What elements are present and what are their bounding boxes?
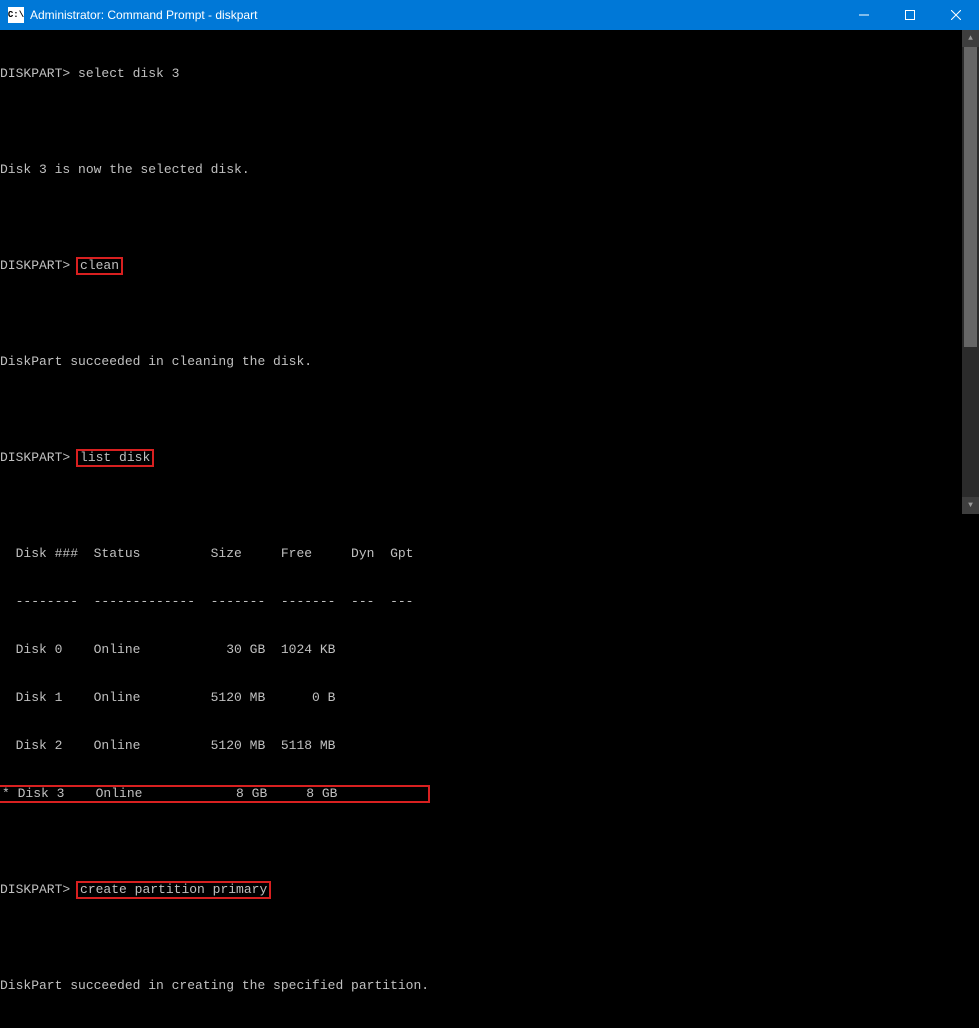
table-row: Disk 1 Online 5120 MB 0 B	[0, 690, 962, 706]
command-text: select disk 3	[70, 66, 179, 81]
app-icon: C:\	[8, 7, 24, 23]
scroll-up-button[interactable]: ▲	[962, 30, 979, 47]
highlighted-row: * Disk 3 Online 8 GB 8 GB	[0, 785, 430, 803]
highlighted-command: create partition primary	[76, 881, 271, 899]
terminal-line: DISKPART> list disk	[0, 450, 962, 466]
terminal-line: DISKPART> create partition primary	[0, 882, 962, 898]
scroll-thumb[interactable]	[964, 47, 977, 347]
prompt-text: DISKPART>	[0, 258, 70, 273]
close-button[interactable]	[933, 0, 979, 30]
table-row: Disk 2 Online 5120 MB 5118 MB	[0, 738, 962, 754]
table-row: Disk 0 Online 30 GB 1024 KB	[0, 642, 962, 658]
output-text: Disk 3 is now the selected disk.	[0, 162, 250, 177]
prompt-text: DISKPART>	[0, 882, 70, 897]
highlighted-command: list disk	[76, 449, 154, 467]
window-title: Administrator: Command Prompt - diskpart	[30, 8, 841, 22]
terminal-line: DiskPart succeeded in cleaning the disk.	[0, 354, 962, 370]
window-controls	[841, 0, 979, 30]
scrollbar[interactable]: ▲ ▼	[962, 30, 979, 514]
prompt-text: DISKPART>	[0, 66, 70, 81]
output-text: DiskPart succeeded in creating the speci…	[0, 978, 429, 993]
minimize-button[interactable]	[841, 0, 887, 30]
terminal-line: Disk 3 is now the selected disk.	[0, 162, 962, 178]
output-text: DiskPart succeeded in cleaning the disk.	[0, 354, 312, 369]
prompt-text: DISKPART>	[0, 450, 70, 465]
terminal-line: DISKPART> select disk 3	[0, 66, 962, 82]
terminal-content: DISKPART> select disk 3 Disk 3 is now th…	[0, 30, 962, 514]
table-divider: -------- ------------- ------- ------- -…	[0, 594, 962, 610]
terminal-area[interactable]: DISKPART> select disk 3 Disk 3 is now th…	[0, 30, 979, 514]
terminal-line: DISKPART> clean	[0, 258, 962, 274]
table-row: * Disk 3 Online 8 GB 8 GB	[0, 786, 962, 802]
terminal-line: DiskPart succeeded in creating the speci…	[0, 978, 962, 994]
scroll-down-button[interactable]: ▼	[962, 497, 979, 514]
maximize-button[interactable]	[887, 0, 933, 30]
highlighted-command: clean	[76, 257, 123, 275]
titlebar: C:\ Administrator: Command Prompt - disk…	[0, 0, 979, 30]
table-header: Disk ### Status Size Free Dyn Gpt	[0, 546, 962, 562]
